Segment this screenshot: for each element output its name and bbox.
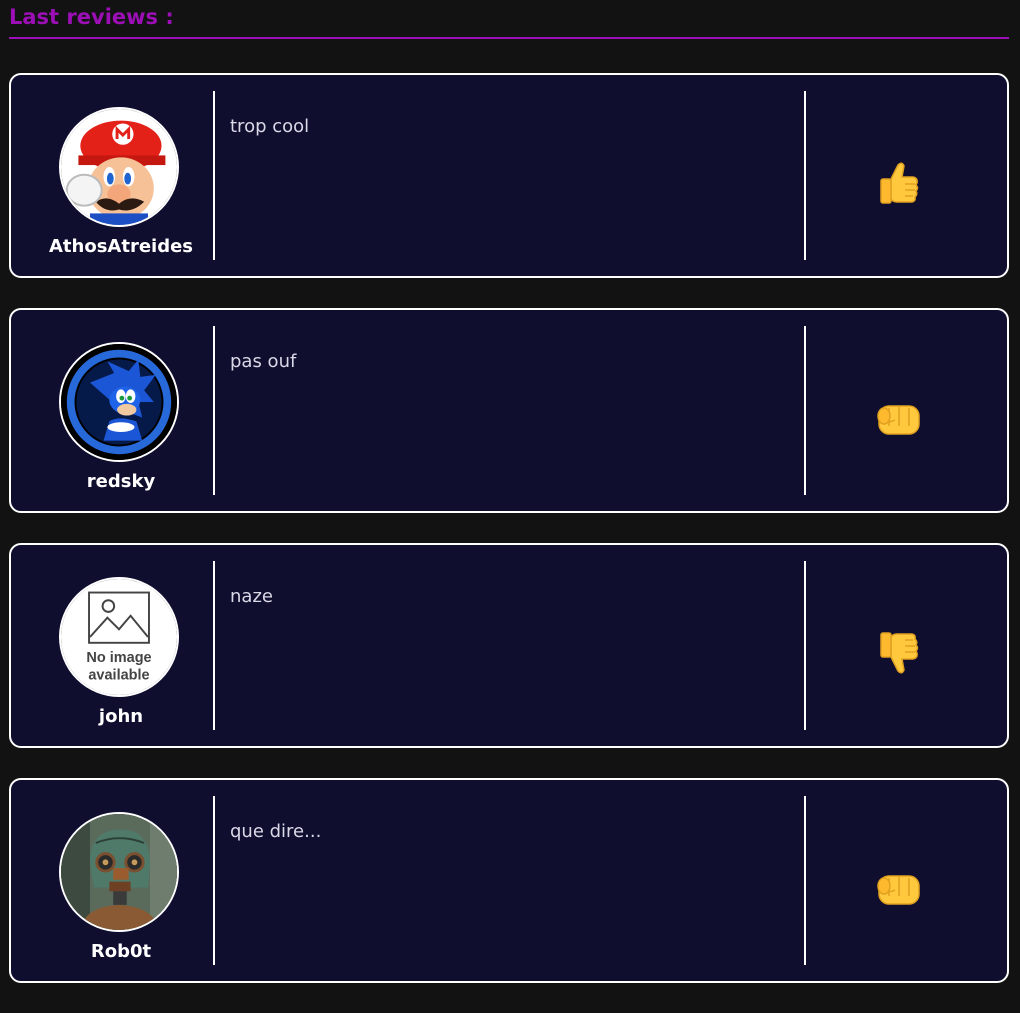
review-comment: naze	[230, 586, 273, 607]
user-column: AthosAtreides	[11, 75, 214, 276]
avatar[interactable]	[59, 342, 179, 462]
divider	[804, 91, 806, 260]
thumbs-up-icon	[869, 155, 925, 211]
robot-avatar-icon	[61, 814, 177, 930]
thumbs-down-icon	[869, 625, 925, 681]
review-card: Rob0t que dire...	[9, 778, 1009, 983]
no-image-text: available	[88, 668, 149, 684]
section-title: Last reviews :	[9, 3, 1009, 39]
review-comment: pas ouf	[230, 351, 297, 372]
divider	[213, 561, 215, 730]
divider	[804, 796, 806, 965]
sonic-avatar-icon	[61, 344, 177, 460]
divider	[213, 796, 215, 965]
review-card: redsky pas ouf	[9, 308, 1009, 513]
review-comment: que dire...	[230, 821, 322, 842]
no-image-avatar-icon: No image available	[61, 579, 177, 695]
user-column: Rob0t	[11, 780, 214, 981]
username[interactable]: AthosAtreides	[11, 235, 231, 259]
fist-icon	[869, 860, 925, 916]
username[interactable]: redsky	[11, 470, 231, 494]
avatar[interactable]: No image available	[59, 577, 179, 697]
review-list: AthosAtreides trop cool redsky pas ouf N…	[9, 73, 1009, 1013]
divider	[213, 326, 215, 495]
avatar[interactable]	[59, 812, 179, 932]
review-comment: trop cool	[230, 116, 310, 137]
divider	[213, 91, 215, 260]
no-image-text: No image	[86, 650, 151, 666]
username[interactable]: Rob0t	[11, 940, 231, 964]
divider	[804, 561, 806, 730]
review-card: No image available john naze	[9, 543, 1009, 748]
review-card: AthosAtreides trop cool	[9, 73, 1009, 278]
avatar[interactable]	[59, 107, 179, 227]
fist-icon	[869, 390, 925, 446]
username[interactable]: john	[11, 705, 231, 729]
mario-avatar-icon	[61, 109, 177, 225]
user-column: No image available john	[11, 545, 214, 746]
divider	[804, 326, 806, 495]
user-column: redsky	[11, 310, 214, 511]
